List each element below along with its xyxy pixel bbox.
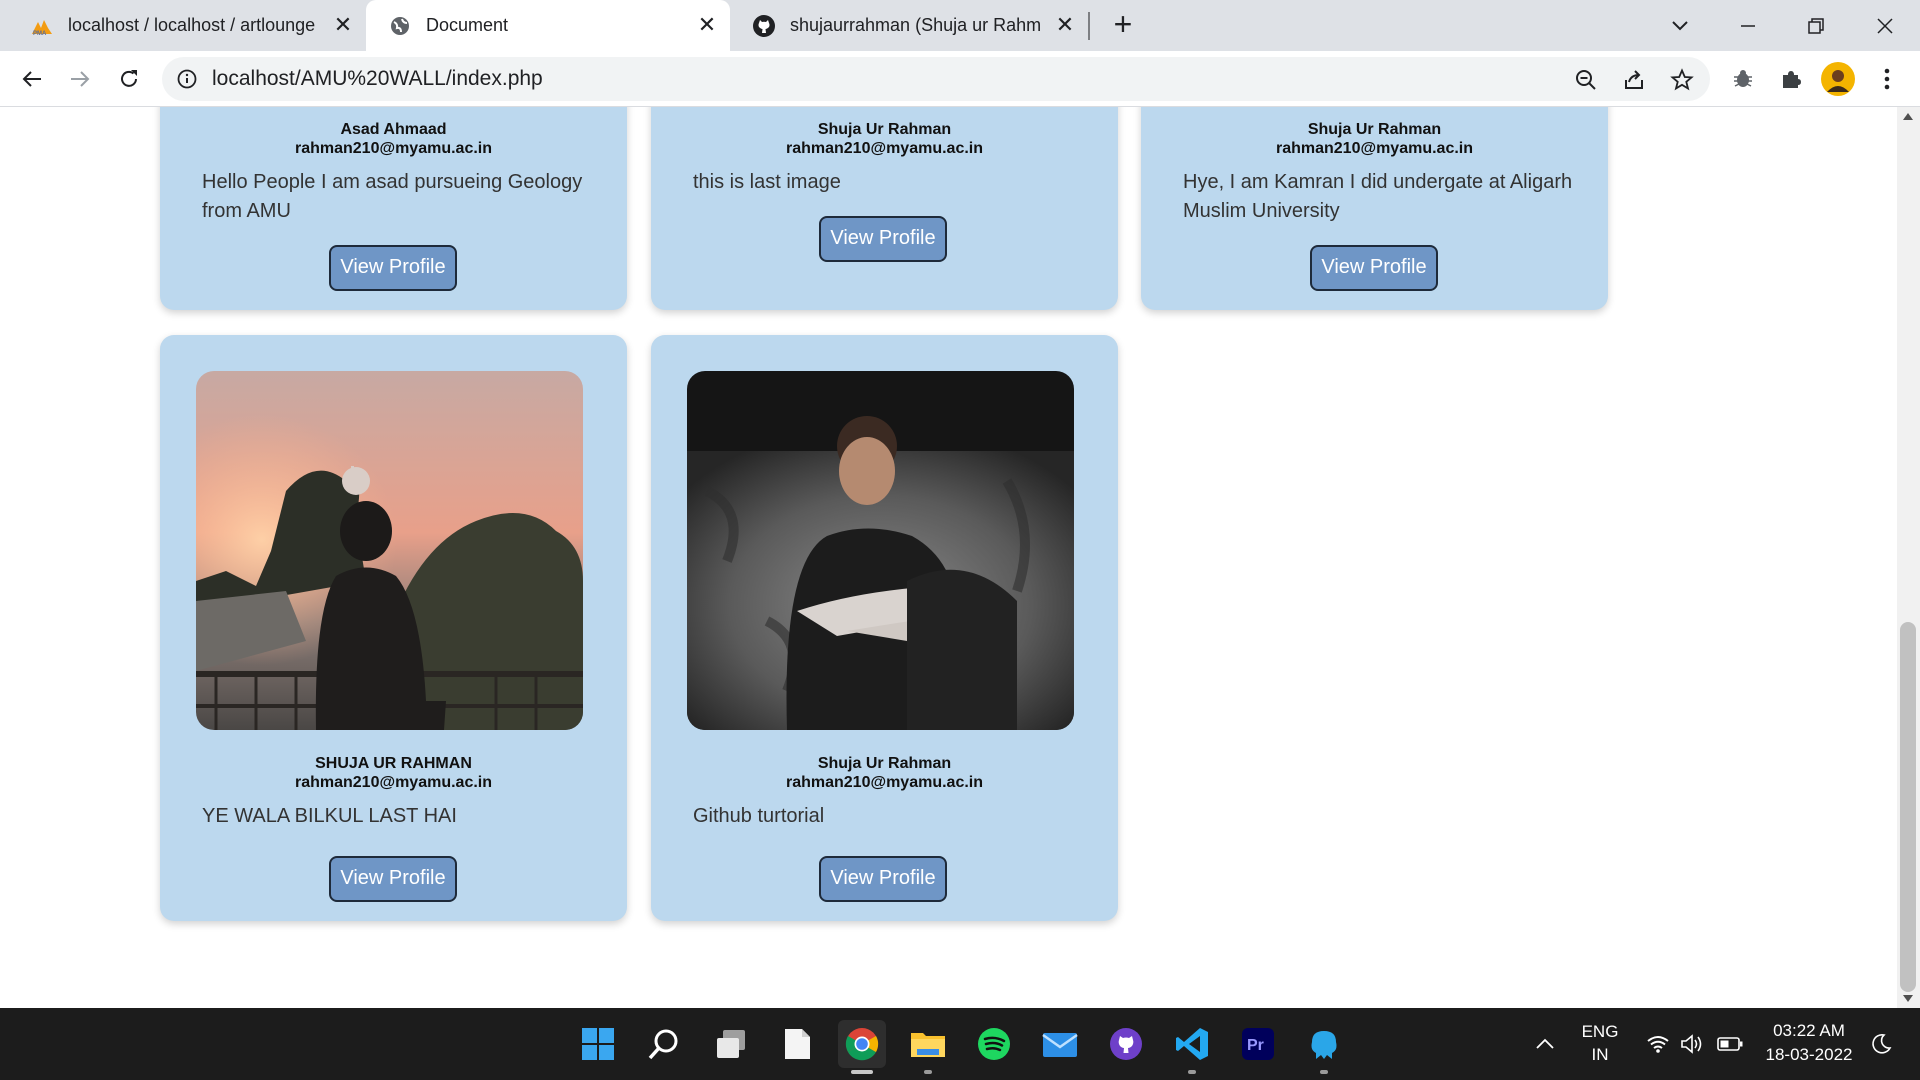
close-icon[interactable]: ✕ (694, 12, 720, 38)
tab-separator (1088, 12, 1090, 40)
kebab-menu-icon[interactable] (1870, 62, 1904, 96)
card-bio: Github turtorial (693, 805, 825, 827)
bug-extension-icon[interactable] (1726, 62, 1760, 96)
star-icon[interactable] (1668, 66, 1696, 94)
page-viewport: Asad Ahmaad rahman210@myamu.ac.in Hello … (0, 107, 1897, 1008)
clock-date[interactable]: 18-03-2022 (1756, 1045, 1862, 1065)
scrollbar[interactable] (1897, 107, 1920, 1008)
extensions-puzzle-icon[interactable] (1774, 62, 1808, 96)
spotify-icon[interactable] (970, 1020, 1018, 1068)
github-icon (752, 14, 776, 38)
scroll-up-arrow-icon[interactable] (1903, 113, 1913, 120)
info-icon[interactable] (176, 68, 198, 90)
clock-time[interactable]: 03:22 AM (1756, 1021, 1862, 1041)
card-name: Shuja Ur Rahman (1307, 121, 1442, 138)
view-profile-button[interactable]: View Profile (819, 856, 947, 902)
phpmyadmin-icon: PMA (30, 14, 54, 38)
chevron-up-icon[interactable] (1521, 1020, 1569, 1068)
view-profile-button[interactable]: View Profile (1310, 245, 1438, 291)
profile-card: Shuja Ur Rahman rahman210@myamu.ac.in Hy… (1141, 107, 1608, 310)
arrow-left-icon (22, 71, 41, 87)
restore-icon (1808, 18, 1824, 34)
profile-card: Asad Ahmaad rahman210@myamu.ac.in Hello … (160, 107, 627, 310)
mail-icon[interactable] (1036, 1020, 1084, 1068)
svg-text:Pr: Pr (1247, 1037, 1264, 1054)
reload-button[interactable] (109, 59, 149, 99)
forward-button[interactable] (60, 59, 100, 99)
task-view-icon[interactable] (707, 1020, 755, 1068)
card-email: rahman210@myamu.ac.in (294, 140, 493, 157)
file-explorer-icon[interactable] (904, 1020, 952, 1074)
restore-button[interactable] (1786, 6, 1846, 46)
chrome-icon[interactable] (838, 1020, 886, 1074)
card-name: Asad Ahmaad (340, 121, 447, 138)
premiere-pro-icon[interactable]: Pr (1234, 1020, 1282, 1068)
new-tab-button[interactable]: + (1105, 8, 1141, 44)
taskbar: Pr ENG IN 03:22 AM 18-03-2022 (0, 1008, 1920, 1080)
tab-search-button[interactable] (1650, 6, 1710, 46)
browser-toolbar: localhost/AMU%20WALL/index.php (0, 51, 1920, 107)
minimize-button[interactable] (1718, 6, 1778, 46)
chevron-down-icon (1672, 21, 1688, 31)
card-bio: Hello People I am asad pursueing Geology… (202, 171, 583, 222)
close-icon[interactable]: ✕ (1052, 12, 1078, 38)
tab-title: Document (426, 15, 509, 35)
share-icon[interactable] (1620, 66, 1648, 94)
profile-card: SHUJA UR RAHMAN rahman210@myamu.ac.in YE… (160, 335, 627, 921)
windows-start-icon[interactable] (574, 1020, 622, 1068)
close-icon[interactable]: ✕ (330, 12, 356, 38)
tab-strip: PMA localhost / localhost / artlounge / … (0, 0, 1920, 51)
tab-github[interactable]: shujaurrahman (Shuja ur Rahman) ✕ (730, 0, 1088, 51)
notepad-icon[interactable] (773, 1020, 821, 1068)
search-icon[interactable] (640, 1020, 688, 1068)
profile-card: Shuja Ur Rahman rahman210@myamu.ac.in th… (651, 107, 1118, 310)
close-window-button[interactable] (1855, 6, 1915, 46)
globe-icon (388, 14, 412, 38)
card-email: rahman210@myamu.ac.in (1275, 140, 1474, 157)
tab-phpmyadmin[interactable]: PMA localhost / localhost / artlounge / … (8, 0, 366, 51)
card-name: Shuja Ur Rahman (817, 755, 952, 772)
scroll-thumb[interactable] (1900, 622, 1916, 992)
arrow-right-icon (71, 71, 90, 87)
profile-photo (687, 371, 1074, 730)
focus-moon-icon[interactable] (1857, 1020, 1905, 1068)
view-profile-button[interactable]: View Profile (329, 856, 457, 902)
card-email: rahman210@myamu.ac.in (785, 140, 984, 157)
address-bar[interactable]: localhost/AMU%20WALL/index.php (162, 57, 1710, 101)
avatar[interactable] (1821, 62, 1855, 96)
card-email: rahman210@myamu.ac.in (785, 774, 984, 791)
scroll-down-arrow-icon[interactable] (1903, 995, 1913, 1002)
language-secondary[interactable]: IN (1575, 1045, 1625, 1065)
svg-text:PMA: PMA (33, 31, 47, 36)
card-email: rahman210@myamu.ac.in (294, 774, 493, 791)
card-bio: this is last image (693, 171, 841, 193)
back-button[interactable] (12, 59, 52, 99)
zoom-out-icon[interactable] (1572, 66, 1600, 94)
language-primary[interactable]: ENG (1575, 1022, 1625, 1042)
github-desktop-icon[interactable] (1102, 1020, 1150, 1068)
profile-card: Shuja Ur Rahman rahman210@myamu.ac.in Gi… (651, 335, 1118, 921)
battery-icon[interactable] (1706, 1020, 1754, 1068)
url-text[interactable]: localhost/AMU%20WALL/index.php (212, 67, 543, 91)
close-icon (1877, 18, 1893, 34)
minimize-icon (1741, 25, 1755, 27)
tab-title: shujaurrahman (Shuja ur Rahman) (790, 15, 1040, 35)
profile-photo (196, 371, 583, 730)
card-name: Shuja Ur Rahman (817, 121, 952, 138)
tab-title: localhost / localhost / artlounge / (68, 15, 318, 35)
vscode-icon[interactable] (1168, 1020, 1216, 1074)
view-profile-button[interactable]: View Profile (329, 245, 457, 291)
card-bio: YE WALA BILKUL LAST HAI (202, 805, 457, 827)
card-name: SHUJA UR RAHMAN (315, 755, 472, 772)
tab-document[interactable]: Document ✕ (366, 0, 730, 51)
mysql-workbench-icon[interactable] (1300, 1020, 1348, 1074)
view-profile-button[interactable]: View Profile (819, 216, 947, 262)
card-bio: Hye, I am Kamran I did undergate at Alig… (1183, 171, 1573, 222)
reload-icon (121, 70, 137, 87)
